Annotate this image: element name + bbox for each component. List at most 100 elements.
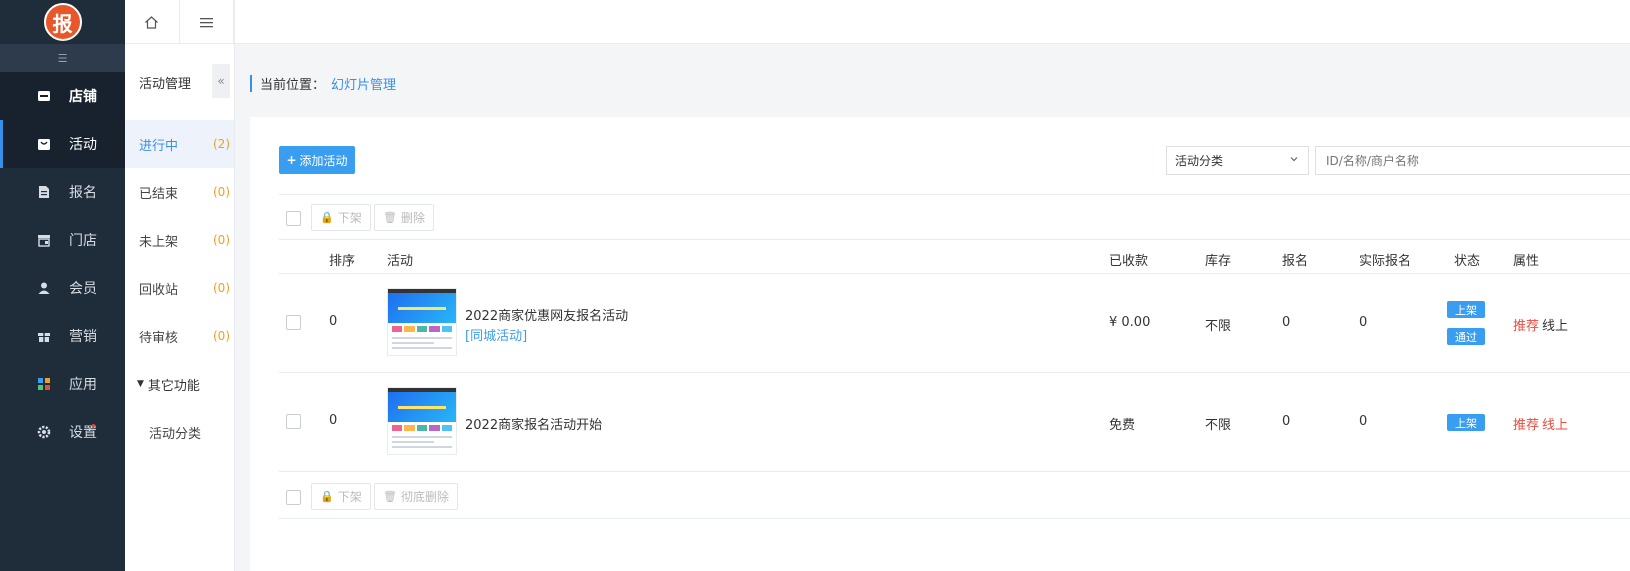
subnav-item-label: 回收站: [139, 282, 179, 298]
divider: [279, 239, 1630, 240]
logo[interactable]: 报: [0, 0, 125, 44]
select-all-checkbox[interactable]: [286, 211, 301, 226]
offline-label: 下架: [337, 211, 362, 225]
column-header-activity: 活动: [387, 254, 414, 269]
main-sidebar: 报 ☰ 店铺 活动 报名 门店 会员 营销 应用 设置: [0, 0, 125, 571]
breadcrumb-current[interactable]: 幻灯片管理: [331, 74, 396, 93]
select-all-checkbox-bottom[interactable]: [286, 490, 301, 505]
divider: [279, 372, 1630, 373]
home-button[interactable]: [125, 0, 180, 44]
sidebar-item-label: 门店: [69, 233, 97, 249]
subnav-item-ongoing[interactable]: 进行中 (2): [125, 120, 234, 168]
menu-button[interactable]: [180, 0, 234, 44]
sidebar-item-label: 会员: [69, 281, 97, 297]
sidebar-item-store[interactable]: 店铺: [0, 72, 125, 120]
sidebar-item-shop[interactable]: 门店: [0, 216, 125, 264]
top-header: [235, 0, 1630, 44]
activity-title[interactable]: 2022商家报名活动开始: [465, 414, 602, 433]
sidebar-item-label: 报名: [69, 185, 97, 201]
delete-label: 删除: [400, 211, 425, 225]
attr-online[interactable]: 线上: [1542, 315, 1568, 334]
add-activity-label: 添加活动: [299, 153, 348, 168]
subnav-group-other[interactable]: ▼ 其它功能: [125, 360, 234, 408]
activity-thumbnail[interactable]: [387, 387, 457, 455]
subnav-item-label: 活动分类: [149, 426, 202, 442]
user-icon: [37, 281, 51, 295]
chevron-down-icon: [1289, 154, 1299, 167]
sidebar-item-label: 活动: [69, 137, 97, 153]
subnav-item-ended[interactable]: 已结束 (0): [125, 168, 234, 216]
row-sort: 0: [329, 314, 338, 329]
sidebar-item-activity[interactable]: 活动: [0, 120, 125, 168]
trash-icon: 🗑: [383, 490, 397, 503]
category-select-value: 活动分类: [1175, 154, 1224, 168]
sidebar-item-member[interactable]: 会员: [0, 264, 125, 312]
row-stock: 不限: [1205, 319, 1232, 334]
sidebar-item-settings[interactable]: 设置: [0, 408, 125, 456]
apps-icon: [37, 377, 51, 391]
subnav-item-recycle[interactable]: 回收站 (0): [125, 264, 234, 312]
row-actual-signup: 0: [1359, 315, 1368, 330]
attr-online[interactable]: 线上: [1542, 414, 1568, 433]
status-badge-approved[interactable]: 通过: [1447, 328, 1485, 345]
document-icon: [37, 185, 51, 199]
sidebar-item-label: 店铺: [69, 89, 97, 105]
row-stock: 不限: [1205, 418, 1232, 433]
sidebar-item-apps[interactable]: 应用: [0, 360, 125, 408]
home-icon: [145, 15, 159, 29]
lock-icon: 🔒: [320, 211, 334, 224]
offline-label: 下架: [337, 490, 362, 504]
sidebar-collapse-toggle[interactable]: ☰: [0, 44, 125, 72]
purge-label: 彻底删除: [400, 490, 449, 504]
attr-recommend[interactable]: 推荐: [1513, 414, 1539, 433]
subnav-title-text: 活动管理: [139, 76, 192, 92]
subnav-item-count: (0): [213, 281, 230, 295]
divider: [279, 518, 1630, 519]
subnav-item-unlisted[interactable]: 未上架 (0): [125, 216, 234, 264]
attr-recommend[interactable]: 推荐: [1513, 315, 1539, 334]
lock-icon: 🔒: [320, 490, 334, 503]
add-activity-button[interactable]: + 添加活动: [279, 146, 355, 174]
category-select[interactable]: 活动分类: [1166, 146, 1309, 175]
subnav-item-count: (0): [213, 329, 230, 343]
notification-dot: [92, 424, 95, 427]
column-header-received: 已收款: [1109, 254, 1149, 269]
row-signup: 0: [1282, 315, 1291, 330]
row-checkbox[interactable]: [286, 414, 301, 429]
purge-button[interactable]: 🗑 彻底删除: [374, 483, 458, 510]
breadcrumb: 当前位置： 幻灯片管理: [250, 74, 396, 93]
search-input[interactable]: [1315, 146, 1630, 175]
subnav-item-pending[interactable]: 待审核 (0): [125, 312, 234, 360]
shop-icon: [37, 233, 51, 247]
delete-button[interactable]: 🗑 删除: [374, 204, 434, 231]
subnav-item-category[interactable]: 活动分类: [125, 408, 234, 456]
sidebar-item-label: 营销: [69, 329, 97, 345]
column-header-attributes: 属性: [1513, 254, 1540, 269]
row-checkbox[interactable]: [286, 315, 301, 330]
menu-fold-icon: ☰: [57, 51, 68, 65]
divider: [279, 273, 1630, 274]
gear-icon: [37, 425, 51, 439]
offline-button[interactable]: 🔒 下架: [311, 204, 371, 231]
double-chevron-left-icon: «: [217, 74, 225, 88]
subnav-item-count: (0): [213, 185, 230, 199]
column-header-signup: 报名: [1282, 254, 1309, 269]
subnav-item-label: 待审核: [139, 330, 179, 346]
row-received: ¥ 0.00: [1109, 315, 1151, 330]
row-received: 免费: [1109, 418, 1136, 433]
activity-title[interactable]: 2022商家优惠网友报名活动: [465, 305, 628, 324]
sidebar-item-signup[interactable]: 报名: [0, 168, 125, 216]
gift-icon: [37, 329, 51, 343]
activity-tag[interactable]: [同城活动]: [465, 325, 527, 344]
sidebar-item-label: 应用: [69, 377, 97, 393]
store-icon: [37, 89, 51, 103]
subnav-fold-button[interactable]: «: [212, 64, 230, 98]
column-header-sort: 排序: [329, 254, 356, 269]
sidebar-item-marketing[interactable]: 营销: [0, 312, 125, 360]
subnav-item-count: (0): [213, 233, 230, 247]
status-badge-listed[interactable]: 上架: [1447, 301, 1485, 318]
offline-button-bottom[interactable]: 🔒 下架: [311, 483, 371, 510]
main-panel: + 添加活动 活动分类 🔒 下架 🗑 删除 排序 活动 已收款 库存 报名 实际…: [250, 117, 1630, 571]
activity-thumbnail[interactable]: [387, 288, 457, 356]
status-badge-listed[interactable]: 上架: [1447, 414, 1485, 431]
